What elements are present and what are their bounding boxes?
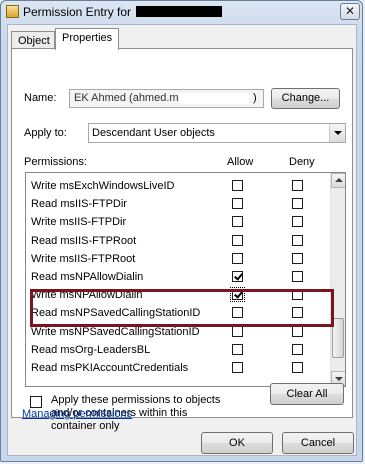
permission-entry-dialog: Permission Entry for ✕ Object Properties… bbox=[0, 0, 363, 462]
clear-all-button[interactable]: Clear All bbox=[270, 383, 344, 405]
folder-icon bbox=[6, 5, 19, 18]
deny-checkbox[interactable] bbox=[292, 216, 303, 228]
permission-row: Read msNPAllowDialin bbox=[26, 268, 331, 286]
permission-label: Read msPKIAccountCredentials bbox=[31, 362, 189, 374]
change-button[interactable]: Change... bbox=[271, 88, 340, 109]
allow-checkbox[interactable] bbox=[232, 216, 243, 228]
deny-checkbox[interactable] bbox=[292, 325, 303, 337]
permission-row: Write msExchWindowsLiveID bbox=[26, 177, 331, 195]
permission-row: Write msNPAllowDialin bbox=[26, 286, 331, 304]
scroll-thumb[interactable] bbox=[332, 318, 344, 358]
title-bar[interactable]: Permission Entry for ✕ bbox=[1, 1, 362, 23]
managing-permissions-link[interactable]: Managing permissions bbox=[22, 408, 132, 420]
apply-to-value: Descendant User objects bbox=[92, 127, 215, 139]
allow-checkbox[interactable] bbox=[232, 362, 243, 373]
name-value-tail: ) bbox=[253, 92, 257, 104]
deny-column-header: Deny bbox=[289, 156, 315, 168]
permission-label: Read msOrg-LeadersBL bbox=[31, 343, 151, 356]
permission-row: Write msNPSavedCallingStationID bbox=[26, 323, 331, 341]
allow-checkbox[interactable] bbox=[232, 307, 243, 319]
deny-checkbox[interactable] bbox=[292, 234, 303, 246]
tab-properties[interactable]: Properties bbox=[55, 28, 119, 50]
allow-checkbox[interactable] bbox=[232, 198, 243, 210]
cancel-button[interactable]: Cancel bbox=[282, 432, 354, 454]
permission-label: Read msNPSavedCallingStationID bbox=[31, 307, 201, 320]
dialog-client-area: Object Properties Name: EK Ahmed (ahmed.… bbox=[7, 24, 357, 456]
deny-checkbox[interactable] bbox=[292, 362, 303, 373]
close-button[interactable]: ✕ bbox=[340, 3, 360, 20]
permission-label: Write msIIS-FTPDir bbox=[31, 216, 127, 229]
permission-row: Read msIIS-FTPRoot bbox=[26, 232, 331, 250]
allow-checkbox[interactable] bbox=[232, 180, 243, 191]
redacted-name-part bbox=[179, 93, 249, 104]
deny-checkbox[interactable] bbox=[292, 271, 303, 282]
deny-checkbox[interactable] bbox=[292, 198, 303, 210]
name-label: Name: bbox=[24, 92, 57, 104]
deny-checkbox[interactable] bbox=[292, 252, 303, 264]
deny-checkbox[interactable] bbox=[292, 289, 303, 301]
permission-label: Read msNPAllowDialin bbox=[31, 271, 144, 283]
permission-label: Write msNPAllowDialin bbox=[31, 289, 143, 302]
window-title: Permission Entry for bbox=[23, 5, 132, 19]
permission-row: Write msIIS-FTPDir bbox=[26, 213, 331, 231]
permissions-scrollbar[interactable] bbox=[330, 173, 345, 386]
chevron-down-icon[interactable] bbox=[329, 124, 345, 142]
permission-label: Write msNPSavedCallingStationID bbox=[31, 325, 200, 338]
ok-button[interactable]: OK bbox=[201, 432, 273, 454]
permission-label: Read msIIS-FTPDir bbox=[31, 198, 127, 211]
apply-inherit-checkbox[interactable] bbox=[30, 396, 42, 408]
permission-row: Read msNPSavedCallingStationID bbox=[26, 304, 331, 322]
permissions-list: Write msExchWindowsLiveID Read msIIS-FTPD… bbox=[25, 172, 346, 387]
permission-row: Write msIIS-FTPRoot bbox=[26, 250, 331, 268]
deny-checkbox[interactable] bbox=[292, 180, 303, 191]
deny-checkbox[interactable] bbox=[292, 343, 303, 355]
allow-checkbox[interactable] bbox=[232, 271, 243, 282]
redacted-title-part bbox=[136, 6, 222, 17]
permission-label: Write msExchWindowsLiveID bbox=[31, 180, 175, 192]
allow-column-header: Allow bbox=[227, 156, 254, 168]
allow-checkbox[interactable] bbox=[232, 234, 243, 246]
apply-to-select[interactable]: Descendant User objects bbox=[88, 123, 346, 143]
permissions-label: Permissions: bbox=[24, 156, 87, 168]
permission-row: Read msIIS-FTPDir bbox=[26, 195, 331, 213]
scroll-up-icon[interactable] bbox=[331, 173, 345, 188]
properties-tab-panel: Name: EK Ahmed (ahmed.malek@ ) Change...… bbox=[11, 48, 353, 432]
deny-checkbox[interactable] bbox=[292, 307, 303, 319]
allow-checkbox[interactable] bbox=[232, 252, 243, 264]
permission-row: Read msPKIAccountCredentials bbox=[26, 359, 331, 377]
apply-to-label: Apply to: bbox=[24, 127, 67, 139]
allow-checkbox[interactable] bbox=[230, 287, 245, 303]
permission-label: Read msIIS-FTPRoot bbox=[31, 234, 137, 247]
permission-label: Write msIIS-FTPRoot bbox=[31, 252, 136, 265]
allow-checkbox[interactable] bbox=[232, 325, 243, 337]
permission-row: Read msOrg-LeadersBL bbox=[26, 341, 331, 359]
allow-checkbox[interactable] bbox=[232, 343, 243, 355]
